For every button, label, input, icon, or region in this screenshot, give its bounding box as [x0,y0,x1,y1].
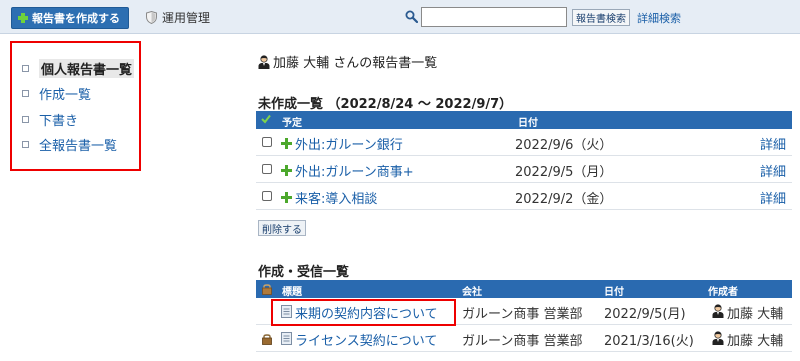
column-header-company: 会社 [462,287,482,298]
table-row: 来客:導入相談 2022/9/2（金） 詳細 [256,183,792,210]
lock-icon [262,284,272,295]
sidebar-item-created[interactable]: 作成一覧 [22,84,91,103]
page-title-text: 加藤 大輔 さんの報告書一覧 [273,56,438,71]
pending-table-header: 予定 日付 [256,111,792,129]
plus-icon [281,138,292,149]
search-input[interactable] [421,7,567,27]
search-icon[interactable] [405,10,418,23]
advanced-search-link[interactable]: 詳細検索 [637,10,681,26]
lock-icon [262,334,272,345]
column-header-date: 日付 [604,287,624,298]
sidebar-item-label: 全報告書一覧 [39,139,118,154]
reports-table-header: 標題 会社 日付 作成者 [256,280,792,298]
plus-icon [281,192,292,203]
square-bullet-icon [22,141,29,148]
create-report-button[interactable]: 報告書を作成する [11,7,129,29]
shield-icon [146,11,157,24]
detail-link[interactable]: 詳細 [760,188,786,207]
reports-section-title: 作成・受信一覧 [258,265,350,280]
row-checkbox[interactable] [262,164,272,174]
sidebar-item-personal-reports[interactable]: 個人報告書一覧 [22,59,135,78]
row-company: ガルーン商事 営業部 [462,307,583,322]
user-icon [258,54,270,69]
row-checkbox[interactable] [262,137,272,147]
pending-table: 予定 日付 外出:ガルーン銀行 2022/9/6（火） 詳細 外出:ガルーン商事… [256,111,792,210]
highlight-box [271,299,456,326]
user-icon [712,304,724,318]
sidebar: 個人報告書一覧 作成一覧 下書き 全報告書一覧 [10,41,141,171]
sidebar-item-label: 作成一覧 [39,88,92,103]
schedule-link[interactable]: 外出:ガルーン銀行 [295,134,403,153]
delete-button[interactable]: 削除する [258,220,306,236]
create-report-label: 報告書を作成する [32,12,120,25]
row-date: 2022/9/5（月） [515,165,613,180]
plus-icon [281,165,292,176]
sidebar-item-label: 下書き [39,114,79,129]
admin-link[interactable]: 運用管理 [146,9,210,26]
checkmark-icon[interactable] [261,114,271,124]
row-date: 2022/9/5(月) [604,307,686,322]
square-bullet-icon [22,116,29,123]
schedule-link[interactable]: 来客:導入相談 [295,188,377,207]
schedule-link[interactable]: 外出:ガルーン商事+ [295,161,414,180]
document-icon [281,332,292,345]
row-checkbox[interactable] [262,191,272,201]
top-toolbar: 報告書を作成する 運用管理 報告書検索 詳細検索 [0,0,800,34]
report-search-button[interactable]: 報告書検索 [572,9,630,26]
table-row: 外出:ガルーン銀行 2022/9/6（火） 詳細 [256,129,792,156]
column-header-author: 作成者 [708,287,738,298]
sidebar-item-label: 個人報告書一覧 [39,59,135,78]
admin-label: 運用管理 [162,11,211,25]
row-company: ガルーン商事 営業部 [462,334,583,349]
page-title: 加藤 大輔 さんの報告書一覧 [258,52,437,71]
square-bullet-icon [22,90,29,97]
sidebar-item-all-reports[interactable]: 全報告書一覧 [22,135,117,154]
row-author: 加藤 大輔 [727,334,784,349]
sidebar-item-drafts[interactable]: 下書き [22,110,78,129]
row-author: 加藤 大輔 [727,307,784,322]
row-date: 2021/3/16(火) [604,334,694,349]
pending-section-title: 未作成一覧 （2022/8/24 ～ 2022/9/7） [258,97,513,112]
row-date: 2022/9/2（金） [515,192,613,207]
column-header-plan: 予定 [282,118,302,129]
detail-link[interactable]: 詳細 [760,161,786,180]
table-row: ライセンス契約について ガルーン商事 営業部 2021/3/16(火) 加藤 大… [256,325,792,352]
detail-link[interactable]: 詳細 [760,134,786,153]
column-header-date: 日付 [518,118,538,129]
square-bullet-icon [22,65,29,72]
report-link[interactable]: ライセンス契約について [295,330,437,349]
plus-icon [18,13,28,23]
column-header-title: 標題 [282,287,302,298]
row-date: 2022/9/6（火） [515,138,613,153]
table-row: 外出:ガルーン商事+ 2022/9/5（月） 詳細 [256,156,792,183]
user-icon [712,331,724,345]
